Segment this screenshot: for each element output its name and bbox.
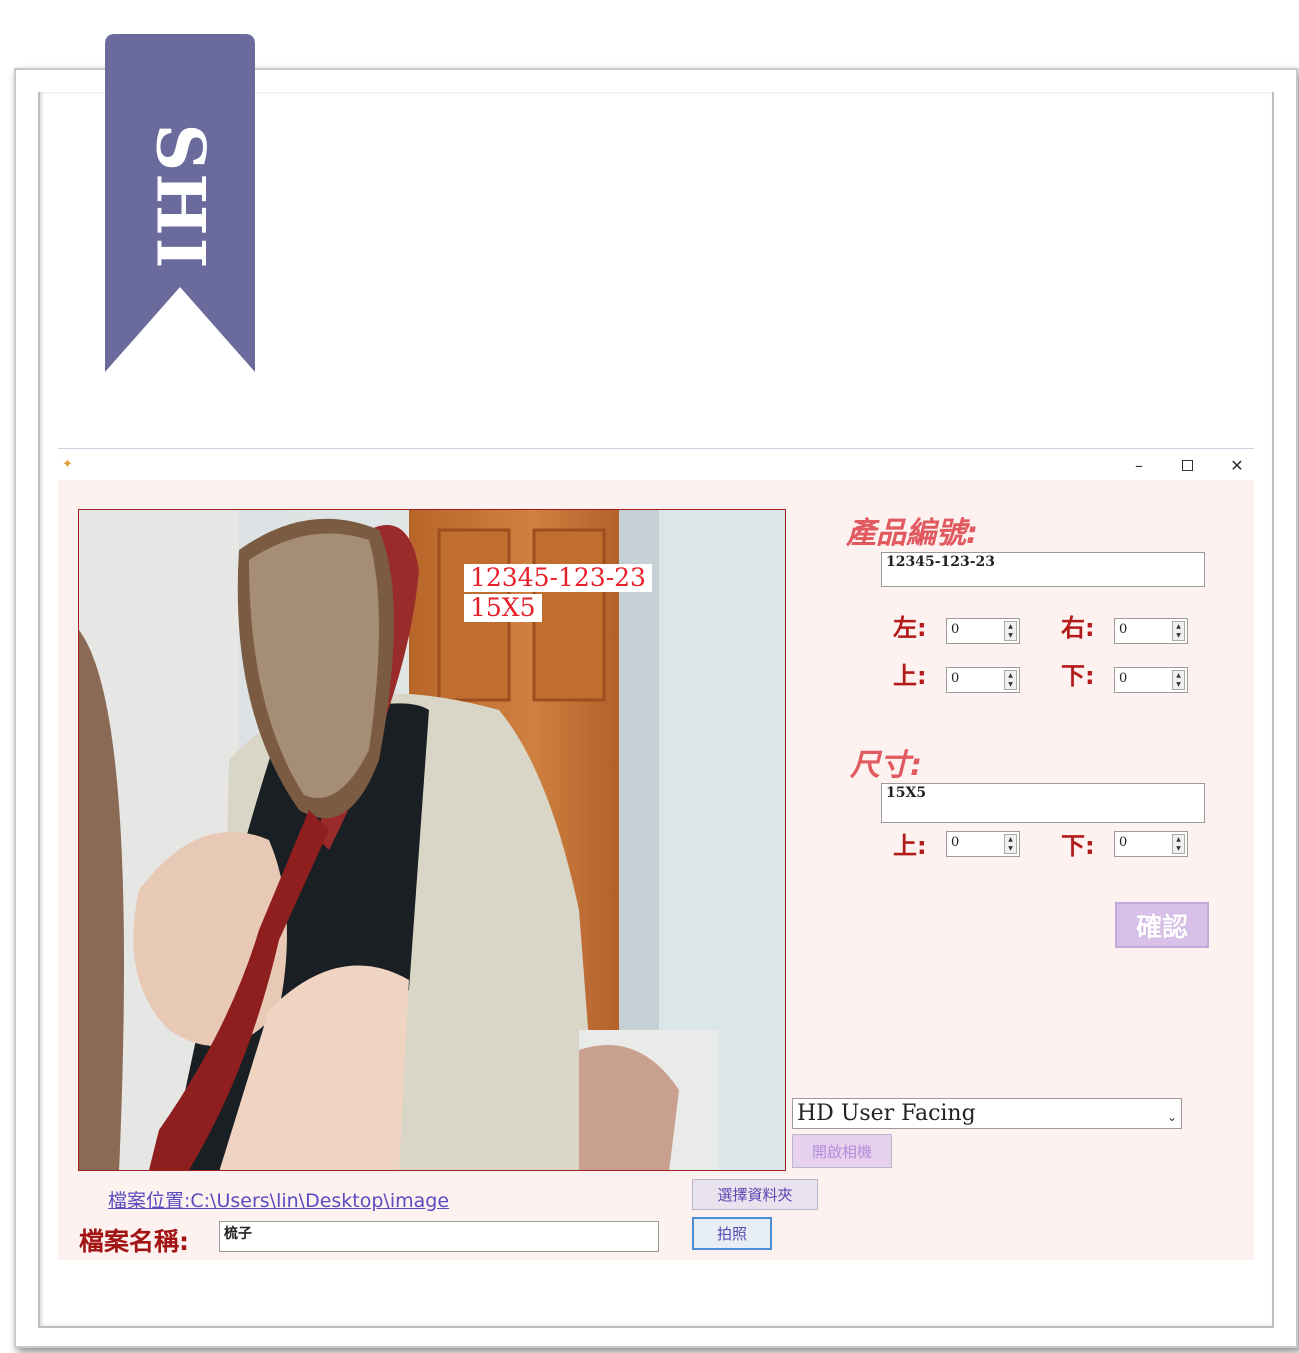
maximize-button[interactable]	[1172, 453, 1202, 477]
close-button[interactable]: ✕	[1222, 453, 1252, 477]
spinner-arrows-icon[interactable]: ▲ ▼	[1004, 834, 1017, 854]
top-spinner[interactable]: 0 ▲ ▼	[946, 667, 1020, 693]
file-name-label: 檔案名稱:	[79, 1227, 189, 1256]
select-folder-button[interactable]: 選擇資料夾	[692, 1179, 818, 1210]
bookmark-ribbon: SHI	[105, 34, 255, 372]
maximize-icon	[1181, 459, 1193, 471]
right-spinner[interactable]: 0 ▲ ▼	[1114, 618, 1188, 644]
app-icon: ✦	[62, 457, 73, 472]
app-window: ✦ – ✕ 12345-123-23 15X5 產品編號: 12345-123-…	[58, 448, 1254, 1260]
bottom-spinner[interactable]: 0 ▲ ▼	[1114, 667, 1188, 693]
left-label: 左:	[893, 614, 927, 642]
open-camera-button[interactable]: 開啟相機	[792, 1134, 892, 1168]
overlay-code-label: 12345-123-23	[464, 564, 652, 592]
title-bar: ✦ – ✕	[58, 448, 1254, 480]
chevron-down-icon[interactable]: ⌄	[1167, 1103, 1177, 1131]
camera-select[interactable]: HD User Facing ⌄	[792, 1098, 1182, 1129]
product-number-field[interactable]: 12345-123-23	[881, 552, 1205, 587]
size-bottom-label: 下:	[1061, 832, 1095, 860]
take-photo-button[interactable]: 拍照	[692, 1217, 772, 1250]
spinner-arrows-icon[interactable]: ▲ ▼	[1172, 670, 1185, 690]
top-label: 上:	[893, 662, 927, 690]
spinner-arrows-icon[interactable]: ▲ ▼	[1172, 621, 1185, 641]
right-label: 右:	[1061, 614, 1095, 642]
spinner-arrows-icon[interactable]: ▲ ▼	[1004, 621, 1017, 641]
camera-image	[79, 510, 785, 1170]
size-bottom-spinner[interactable]: 0 ▲ ▼	[1114, 831, 1188, 857]
product-number-title: 產品編號:	[846, 516, 978, 551]
minimize-button[interactable]: –	[1124, 453, 1154, 477]
size-top-spinner[interactable]: 0 ▲ ▼	[946, 831, 1020, 857]
camera-preview: 12345-123-23 15X5	[78, 509, 786, 1171]
size-field[interactable]: 15X5	[881, 783, 1205, 823]
file-name-field[interactable]: 梳子	[219, 1221, 659, 1252]
overlay-size-label: 15X5	[464, 594, 542, 622]
spinner-arrows-icon[interactable]: ▲ ▼	[1172, 834, 1185, 854]
bottom-label: 下:	[1061, 662, 1095, 690]
left-spinner[interactable]: 0 ▲ ▼	[946, 618, 1020, 644]
confirm-button[interactable]: 確認	[1115, 902, 1209, 948]
size-top-label: 上:	[893, 832, 927, 860]
size-title: 尺寸:	[850, 748, 922, 783]
spinner-arrows-icon[interactable]: ▲ ▼	[1004, 670, 1017, 690]
ribbon-logo-text: SHI	[141, 123, 219, 271]
file-path-link[interactable]: 檔案位置:C:\Users\lin\Desktop\image	[108, 1186, 449, 1213]
